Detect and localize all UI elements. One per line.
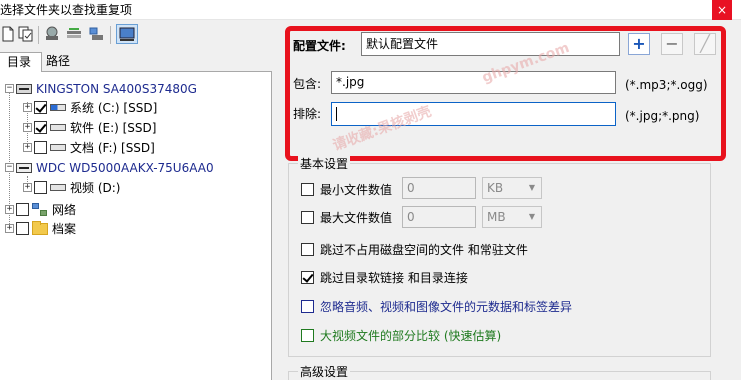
toolbar-separator [110,26,111,44]
new-document-icon[interactable] [0,26,16,42]
tree-item-disk-kingston[interactable]: − KINGSTON SA400S37480G [5,79,197,98]
tree-item-disk-wdc[interactable]: − WDC WD5000AAKX-75U6AA0 [5,158,214,177]
min-size-option[interactable]: 最小文件数值 [301,181,392,198]
max-size-unit: MB [487,210,506,224]
drive-icon [50,144,66,151]
basic-settings-title: 基本设置 [298,155,351,172]
expand-toggle[interactable]: + [23,143,32,152]
skip-unused-option[interactable]: 跳过不占用磁盘空间的文件 和常驻文件 [301,241,528,258]
close-button[interactable]: × [712,0,732,20]
tree-item-label: 文档 (F:) [SSD] [70,141,155,155]
skip-links-label: 跳过目录软链接 和目录连接 [320,271,468,285]
drive-icon [50,184,66,191]
max-size-label: 最大文件数值 [320,211,393,225]
folder-tree: − KINGSTON SA400S37480G + 系统 (C:) [SSD] … [0,72,272,380]
scrollbar[interactable] [728,20,741,380]
copy-document-icon[interactable] [18,26,34,42]
disk-list-icon[interactable] [66,26,82,42]
tree-item-label: 系统 (C:) [SSD] [70,101,158,115]
tree-item-label: WDC WD5000AAKX-75U6AA0 [36,160,214,175]
ignore-metadata-checkbox[interactable] [301,300,314,313]
folder-icon [32,220,48,235]
max-size-input[interactable]: 0 [402,206,476,228]
network-icon [32,202,48,217]
tree-item-label: KINGSTON SA400S37480G [36,81,197,96]
tree-item-label: 软件 (E:) [SSD] [70,121,157,135]
tree-item-label: 档案 [52,222,77,236]
skip-links-checkbox[interactable] [301,271,314,284]
min-size-checkbox[interactable] [301,183,314,196]
tree-item-drive-d[interactable]: + 视频 (D:) [23,178,120,197]
drive-checkbox[interactable] [34,121,47,134]
tree-item-label: 视频 (D:) [70,181,121,195]
min-size-label: 最小文件数值 [320,183,393,197]
skip-links-option[interactable]: 跳过目录软链接 和目录连接 [301,269,468,286]
hard-disk-icon [16,162,32,173]
disk-settings-icon[interactable] [44,26,60,42]
chevron-down-icon: ▼ [528,212,535,221]
tree-item-drive-e[interactable]: + 软件 (E:) [SSD] [23,118,156,137]
archive-checkbox[interactable] [16,222,29,235]
min-size-unit: KB [487,181,504,195]
toolbar [0,22,290,48]
system-drive-icon [50,104,66,111]
hard-disk-icon [16,83,32,94]
window-title: 选择文件夹以查找重复项 [0,3,133,17]
min-size-input[interactable]: 0 [402,177,476,199]
chevron-down-icon: ▼ [528,183,535,192]
expand-toggle[interactable]: + [23,123,32,132]
expand-toggle[interactable]: + [5,205,14,214]
advanced-settings-group [288,371,711,380]
toolbar-separator [38,26,39,44]
collapse-toggle[interactable]: − [5,163,14,172]
skip-unused-checkbox[interactable] [301,243,314,256]
expand-toggle[interactable]: + [5,224,14,233]
tree-item-network[interactable]: + 网络 [5,200,76,219]
title-bar: 选择文件夹以查找重复项 × [0,0,741,20]
view-mode-icon[interactable] [116,24,138,44]
tree-tabs: 目录 路径 [0,52,272,72]
partial-compare-checkbox[interactable] [301,329,314,342]
network-checkbox[interactable] [16,203,29,216]
tree-item-label: 网络 [52,203,77,217]
tree-item-archive[interactable]: + 档案 [5,219,76,238]
expand-toggle[interactable]: + [23,183,32,192]
network-disk-icon[interactable] [88,26,104,42]
ignore-metadata-option[interactable]: 忽略音频、视频和图像文件的元数据和标签差异 [301,298,572,315]
ignore-metadata-label: 忽略音频、视频和图像文件的元数据和标签差异 [320,300,573,314]
tree-item-drive-c[interactable]: + 系统 (C:) [SSD] [23,98,157,117]
partial-compare-option[interactable]: 大视频文件的部分比较 (快速估算) [301,327,501,344]
max-size-checkbox[interactable] [301,211,314,224]
max-size-option[interactable]: 最大文件数值 [301,209,392,226]
drive-checkbox[interactable] [34,181,47,194]
drive-icon [50,124,66,131]
min-size-unit-select[interactable]: KB ▼ [482,177,542,199]
partial-compare-label: 大视频文件的部分比较 (快速估算) [320,329,502,343]
max-size-unit-select[interactable]: MB ▼ [482,206,542,228]
highlight-box [285,26,726,161]
collapse-toggle[interactable]: − [5,84,14,93]
advanced-settings-title[interactable]: 高级设置 [298,363,351,380]
drive-checkbox[interactable] [34,141,47,154]
skip-unused-label: 跳过不占用磁盘空间的文件 和常驻文件 [320,243,528,257]
expand-toggle[interactable]: + [23,103,32,112]
tree-item-drive-f[interactable]: + 文档 (F:) [SSD] [23,138,155,157]
drive-checkbox[interactable] [34,101,47,114]
tab-path[interactable]: 路径 [36,52,80,72]
